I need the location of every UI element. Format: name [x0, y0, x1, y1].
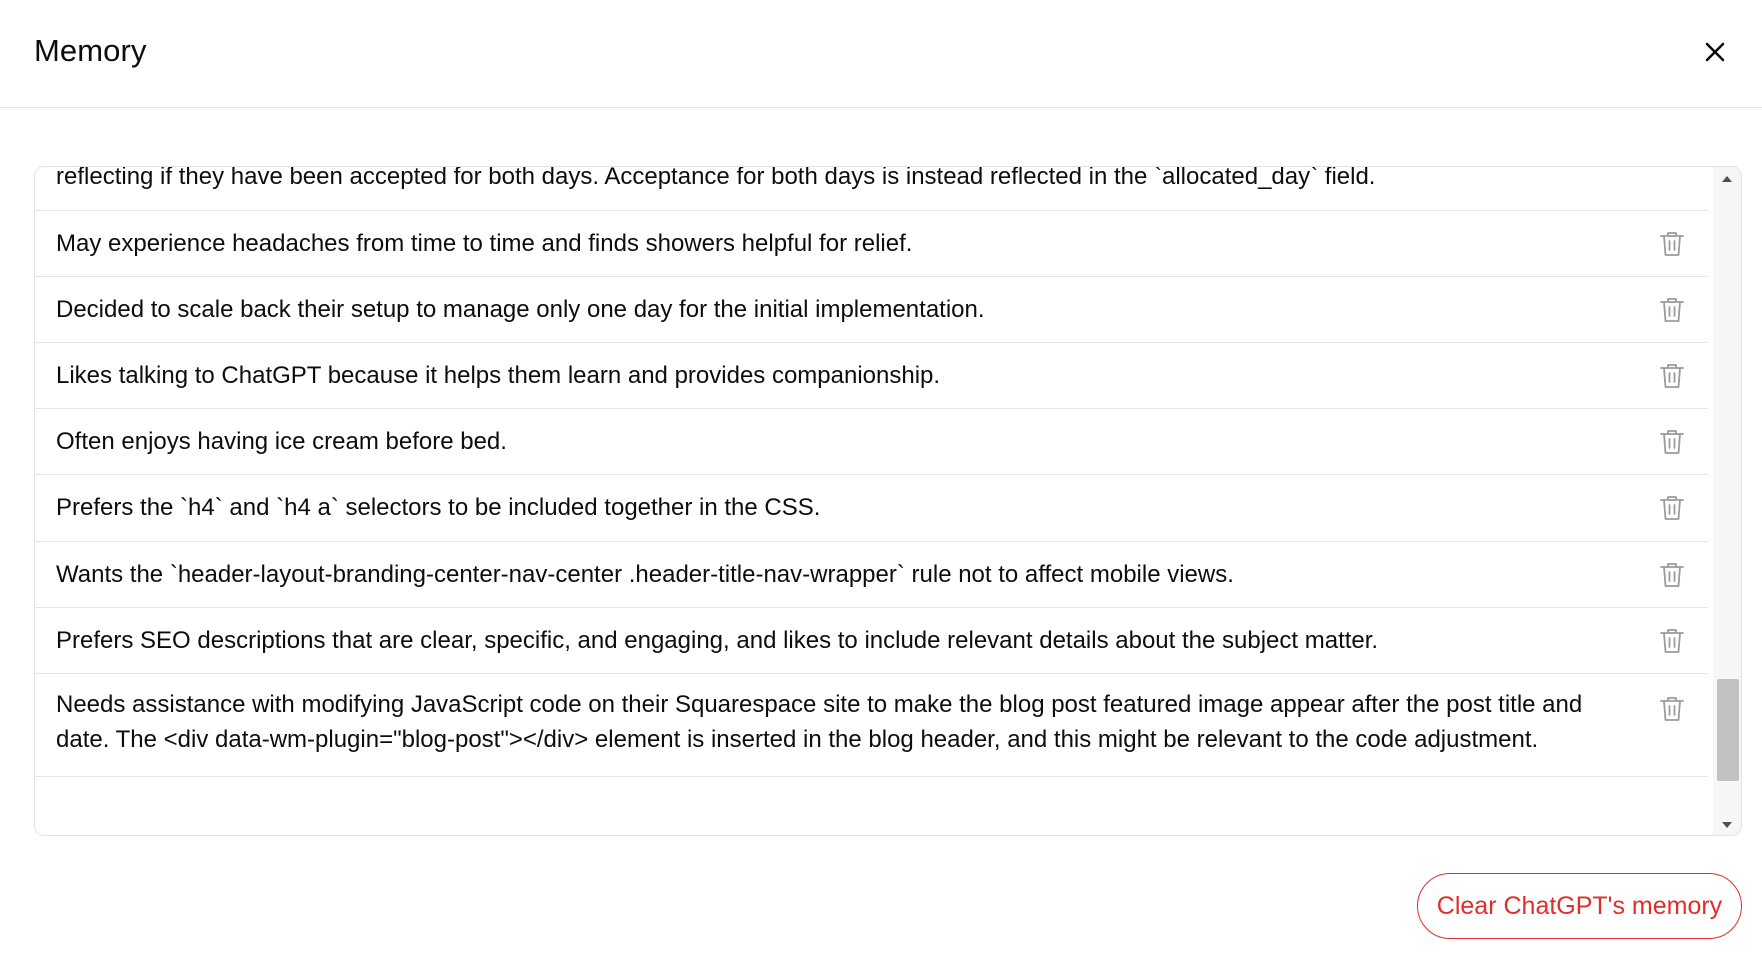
memory-item-text: Often enjoys having ice cream before bed…	[56, 428, 507, 455]
delete-memory-button[interactable]	[1659, 230, 1685, 258]
clear-memory-button[interactable]: Clear ChatGPT's memory	[1417, 873, 1742, 939]
memory-list[interactable]: reflecting if they have been accepted fo…	[35, 167, 1707, 835]
memory-item: Often enjoys having ice cream before bed…	[35, 409, 1707, 475]
memory-item: Prefers the `h4` and `h4 a` selectors to…	[35, 475, 1707, 542]
memory-item: Likes talking to ChatGPT because it help…	[35, 343, 1707, 409]
delete-memory-button[interactable]	[1659, 494, 1685, 522]
memory-item-text: Wants the `header-layout-branding-center…	[56, 561, 1234, 588]
dialog-title: Memory	[34, 33, 147, 68]
memory-item: Wants the `header-layout-branding-center…	[35, 542, 1707, 608]
delete-memory-button[interactable]	[1659, 695, 1685, 723]
memory-item-text: Prefers the `h4` and `h4 a` selectors to…	[56, 494, 821, 521]
close-icon	[1705, 42, 1725, 62]
memory-item: Needs assistance with modifying JavaScri…	[35, 674, 1707, 777]
memory-item: reflecting if they have been accepted fo…	[35, 167, 1707, 211]
delete-memory-button[interactable]	[1659, 627, 1685, 655]
delete-memory-button[interactable]	[1659, 428, 1685, 456]
delete-memory-button[interactable]	[1659, 561, 1685, 589]
memory-item-text: Needs assistance with modifying JavaScri…	[56, 691, 1583, 753]
delete-memory-button[interactable]	[1659, 362, 1685, 390]
scroll-up-arrow-icon[interactable]	[1713, 169, 1741, 189]
memory-item: May experience headaches from time to ti…	[35, 211, 1707, 277]
memory-item-text: Prefers SEO descriptions that are clear,…	[56, 627, 1379, 654]
dialog-header: Memory	[0, 0, 1762, 108]
memory-item-text: reflecting if they have been accepted fo…	[56, 167, 1376, 190]
memory-item-text: Likes talking to ChatGPT because it help…	[56, 362, 941, 389]
delete-memory-button[interactable]	[1659, 296, 1685, 324]
memory-item: Decided to scale back their setup to man…	[35, 277, 1707, 343]
close-button[interactable]	[1697, 34, 1733, 70]
scrollbar[interactable]	[1713, 167, 1741, 835]
memory-item-text: May experience headaches from time to ti…	[56, 230, 913, 257]
memory-item-text: Decided to scale back their setup to man…	[56, 296, 985, 323]
memory-list-container: reflecting if they have been accepted fo…	[34, 166, 1742, 836]
scrollbar-thumb[interactable]	[1717, 679, 1739, 781]
scroll-down-arrow-icon[interactable]	[1713, 815, 1741, 835]
memory-dialog: Memory reflecting if they have been acce…	[0, 0, 1762, 955]
memory-item: Prefers SEO descriptions that are clear,…	[35, 608, 1707, 674]
